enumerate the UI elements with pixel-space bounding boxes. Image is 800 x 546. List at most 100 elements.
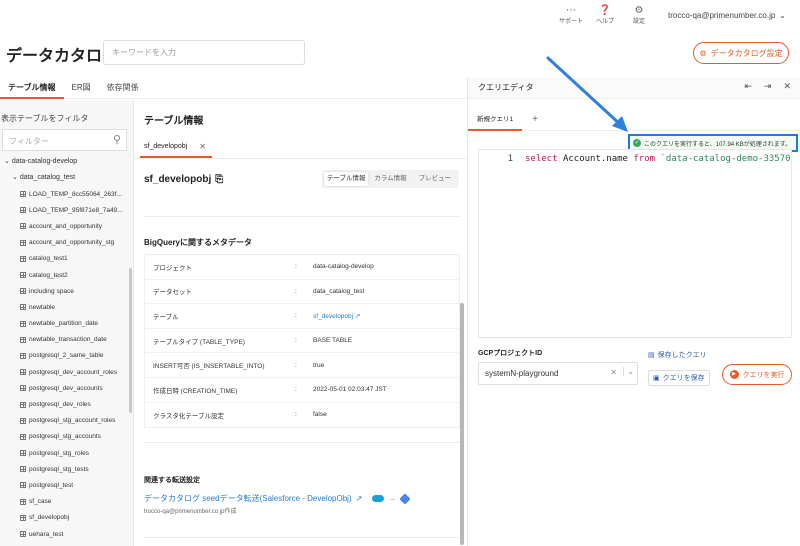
- tab-table-info[interactable]: テーブル情報: [0, 77, 64, 99]
- panel-title: テーブル情報: [144, 116, 204, 127]
- help-label: ヘルプ: [596, 19, 615, 25]
- table-list-item[interactable]: postgresql_stg_account_roles: [20, 413, 128, 429]
- table-name: including space: [29, 287, 74, 295]
- table-list-item[interactable]: sf_case: [20, 494, 128, 510]
- table-list-item[interactable]: catalog_test2: [20, 267, 128, 283]
- table-name: newtable_partition_date: [29, 320, 99, 328]
- sql-editor[interactable]: 1 select Account.name from `data-catalog…: [478, 149, 792, 338]
- search-placeholder: キーワードを入力: [112, 48, 176, 57]
- table-list-item[interactable]: including space: [20, 283, 128, 299]
- table-name-heading: sf_developobj ⎘: [144, 174, 223, 185]
- related-transfer-link[interactable]: データカタログ seedデータ転送(Salesforce - DevelopOb…: [144, 492, 411, 505]
- sidebar-title: 表示テーブルをフィルタ: [1, 114, 89, 123]
- table-icon: [20, 272, 26, 279]
- code-line: 1 select Account.name from `data-catalog…: [483, 154, 791, 164]
- line-number: 1: [507, 154, 513, 164]
- metadata-row: 作成日時 (CREATION_TIME):2022-05-01 02:03:47…: [145, 378, 459, 403]
- table-icon: [20, 385, 26, 392]
- tab-dependencies[interactable]: 依存関係: [99, 77, 147, 99]
- table-list-item[interactable]: postgresql_test: [20, 477, 128, 493]
- table-list-item[interactable]: postgresql_stg_tests: [20, 461, 128, 477]
- table-name: postgresql_dev_roles: [29, 401, 91, 409]
- table-name: catalog_test2: [29, 271, 68, 279]
- table-list-item[interactable]: catalog_test1: [20, 251, 128, 267]
- catalog-settings-button[interactable]: ⚙ データカタログ設定: [693, 42, 789, 64]
- saved-queries-button[interactable]: ▤ 保存したクエリ: [648, 350, 707, 360]
- gcp-project-select[interactable]: systemN-playground ✕ ⌄: [478, 362, 638, 385]
- tab-new-query-1[interactable]: 新規クエリ1: [468, 109, 523, 131]
- table-list-item[interactable]: newtable_partition_date: [20, 316, 128, 332]
- table-icon: [20, 239, 26, 246]
- table-link[interactable]: sf_developobj ↗: [313, 312, 360, 320]
- help-menu[interactable]: ❓ ヘルプ: [588, 5, 622, 25]
- table-icon: [20, 433, 26, 440]
- annotation-arrow: [546, 56, 628, 132]
- table-list-item[interactable]: postgresql_dev_roles: [20, 396, 128, 412]
- metadata-title: BigQueryに関するメタデータ: [144, 238, 253, 247]
- segment-preview[interactable]: プレビュー: [413, 172, 457, 186]
- query-editor-panel: クエリエディタ ⇤ ⇥ ✕ 新規クエリ1 + ✓ このクエリを実行すると、107…: [467, 77, 800, 546]
- table-icon: [20, 466, 26, 473]
- add-tab-icon[interactable]: +: [532, 114, 538, 125]
- close-icon[interactable]: ✕: [783, 81, 791, 92]
- table-list-item[interactable]: newtable: [20, 299, 128, 315]
- clear-icon[interactable]: ✕: [610, 368, 617, 377]
- copy-icon[interactable]: ⎘: [215, 174, 223, 185]
- top-bar: ⋯ サポート ❓ ヘルプ ⚙ 設定 trocco-qa@primenumber.…: [0, 0, 800, 30]
- keyword-search-input[interactable]: キーワードを入力: [103, 40, 305, 65]
- panel-scrollbar[interactable]: [460, 303, 464, 545]
- table-list-item[interactable]: postgresql_stg_roles: [20, 445, 128, 461]
- sidebar-scrollbar[interactable]: [129, 268, 132, 413]
- table-icon: [20, 482, 26, 489]
- catalog-settings-label: データカタログ設定: [710, 48, 783, 58]
- metadata-value: 2022-05-01 02:03:47 JST: [313, 386, 387, 394]
- table-list-item[interactable]: postgresql_dev_accounts: [20, 380, 128, 396]
- sql-keyword: select: [525, 154, 558, 164]
- table-list-item[interactable]: uehara_test: [20, 526, 128, 542]
- saved-queries-label: 保存したクエリ: [657, 352, 707, 359]
- tab-er-diagram[interactable]: ER図: [64, 77, 99, 99]
- gear-icon: ⚙: [699, 48, 707, 58]
- table-link-text: sf_developobj: [313, 312, 354, 320]
- table-list-item[interactable]: newtable_transaction_date: [20, 332, 128, 348]
- table-filter-input[interactable]: フィルター ⚲: [2, 129, 127, 151]
- table-icon: [20, 450, 26, 457]
- collapse-left-icon[interactable]: ⇤: [744, 81, 752, 92]
- segment-column-info[interactable]: カラム情報: [368, 172, 412, 186]
- segment-table-info[interactable]: テーブル情報: [324, 172, 369, 186]
- expand-right-icon[interactable]: ⇥: [764, 81, 772, 92]
- chevron-down-icon[interactable]: ⌄: [623, 367, 634, 376]
- run-query-button[interactable]: ▶ クエリを実行: [722, 364, 792, 385]
- close-icon[interactable]: ✕: [199, 142, 206, 151]
- save-icon: ▣: [653, 375, 660, 382]
- tree-dataset[interactable]: ⌄ data_catalog_test: [12, 173, 75, 181]
- external-link-icon: ↗: [355, 494, 363, 503]
- dataset-label: data_catalog_test: [19, 174, 76, 181]
- table-list-item[interactable]: account_and_opportunity: [20, 218, 128, 234]
- table-list-item[interactable]: postgresql_dev_account_roles: [20, 364, 128, 380]
- tree-project[interactable]: ⌄ data-catalog-develop: [4, 157, 77, 165]
- divider: [144, 537, 460, 538]
- metadata-value: data-catalog-develop: [313, 263, 374, 271]
- table-list-item[interactable]: postgresql_stg_accounts: [20, 429, 128, 445]
- table-name: catalog_test1: [29, 255, 68, 263]
- user-menu[interactable]: trocco-qa@primenumber.co.jp ⌄: [668, 11, 786, 20]
- table-list-item[interactable]: LOAD_TEMP_95f871e8_7a49...: [20, 202, 128, 218]
- support-menu[interactable]: ⋯ サポート: [554, 5, 588, 25]
- open-table-tab[interactable]: sf_developobj ✕: [140, 136, 212, 158]
- related-transfer-name: データカタログ seedデータ転送(Salesforce - DevelopOb…: [144, 494, 352, 503]
- table-name: account_and_opportunity: [29, 222, 103, 230]
- search-icon: ⚲: [112, 134, 121, 146]
- table-list-item[interactable]: account_and_opportunity_stg: [20, 235, 128, 251]
- table-list-item[interactable]: sf_developobj: [20, 510, 128, 526]
- save-query-button[interactable]: ▣ クエリを保存: [648, 370, 710, 386]
- table-list-item[interactable]: postgresql_2_same_table: [20, 348, 128, 364]
- metadata-value: false: [313, 411, 327, 419]
- settings-menu[interactable]: ⚙ 設定: [622, 5, 656, 25]
- sql-identifier: Account.name: [562, 154, 628, 164]
- table-icon: [20, 207, 26, 214]
- divider: [144, 442, 460, 443]
- metadata-row: データセット: data_catalog_test: [145, 280, 459, 305]
- open-table-tab-label: sf_developobj: [144, 142, 188, 150]
- table-list-item[interactable]: LOAD_TEMP_8cc55064_263f...: [20, 186, 128, 202]
